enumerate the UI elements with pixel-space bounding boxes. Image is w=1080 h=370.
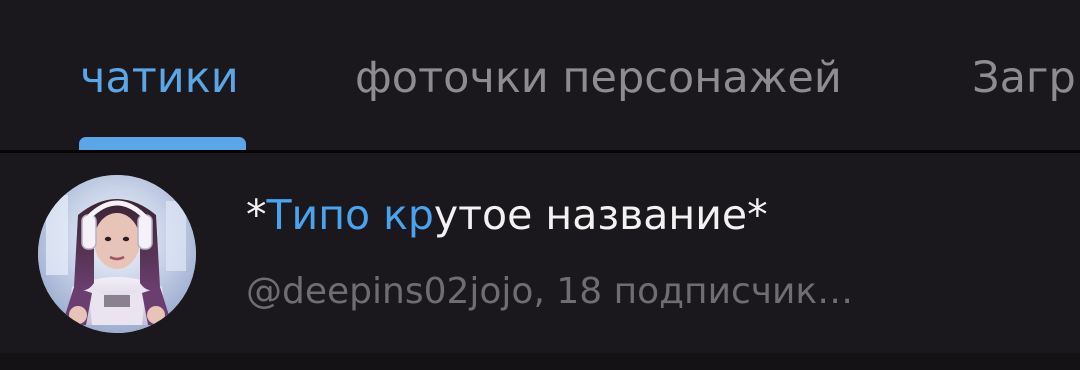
channel-title-highlight: Типо кр	[266, 191, 434, 239]
channel-title: *Типо крутое название*	[246, 189, 768, 241]
tab-chats[interactable]: чатики	[80, 52, 239, 104]
profile-photo-avatar-icon	[38, 175, 196, 333]
tab-character-photos[interactable]: фоточки персонажей	[355, 52, 842, 104]
screen: чатики фоточки персонажей Загр *Типо кру…	[0, 0, 1080, 370]
channel-subtitle: @deepins02jojo, 18 подписчик…	[246, 271, 854, 312]
channel-title-prefix: *	[246, 191, 267, 239]
channel-list-item[interactable]: *Типо крутое название* @deepins02jojo, 1…	[0, 153, 1080, 353]
tab-uploads[interactable]: Загр	[972, 52, 1076, 104]
active-tab-indicator	[79, 137, 246, 150]
avatar[interactable]	[38, 175, 196, 333]
bottom-strip	[0, 353, 1080, 370]
channel-title-rest: утое название*	[433, 191, 768, 239]
tab-bar: чатики фоточки персонажей Загр	[0, 0, 1080, 150]
